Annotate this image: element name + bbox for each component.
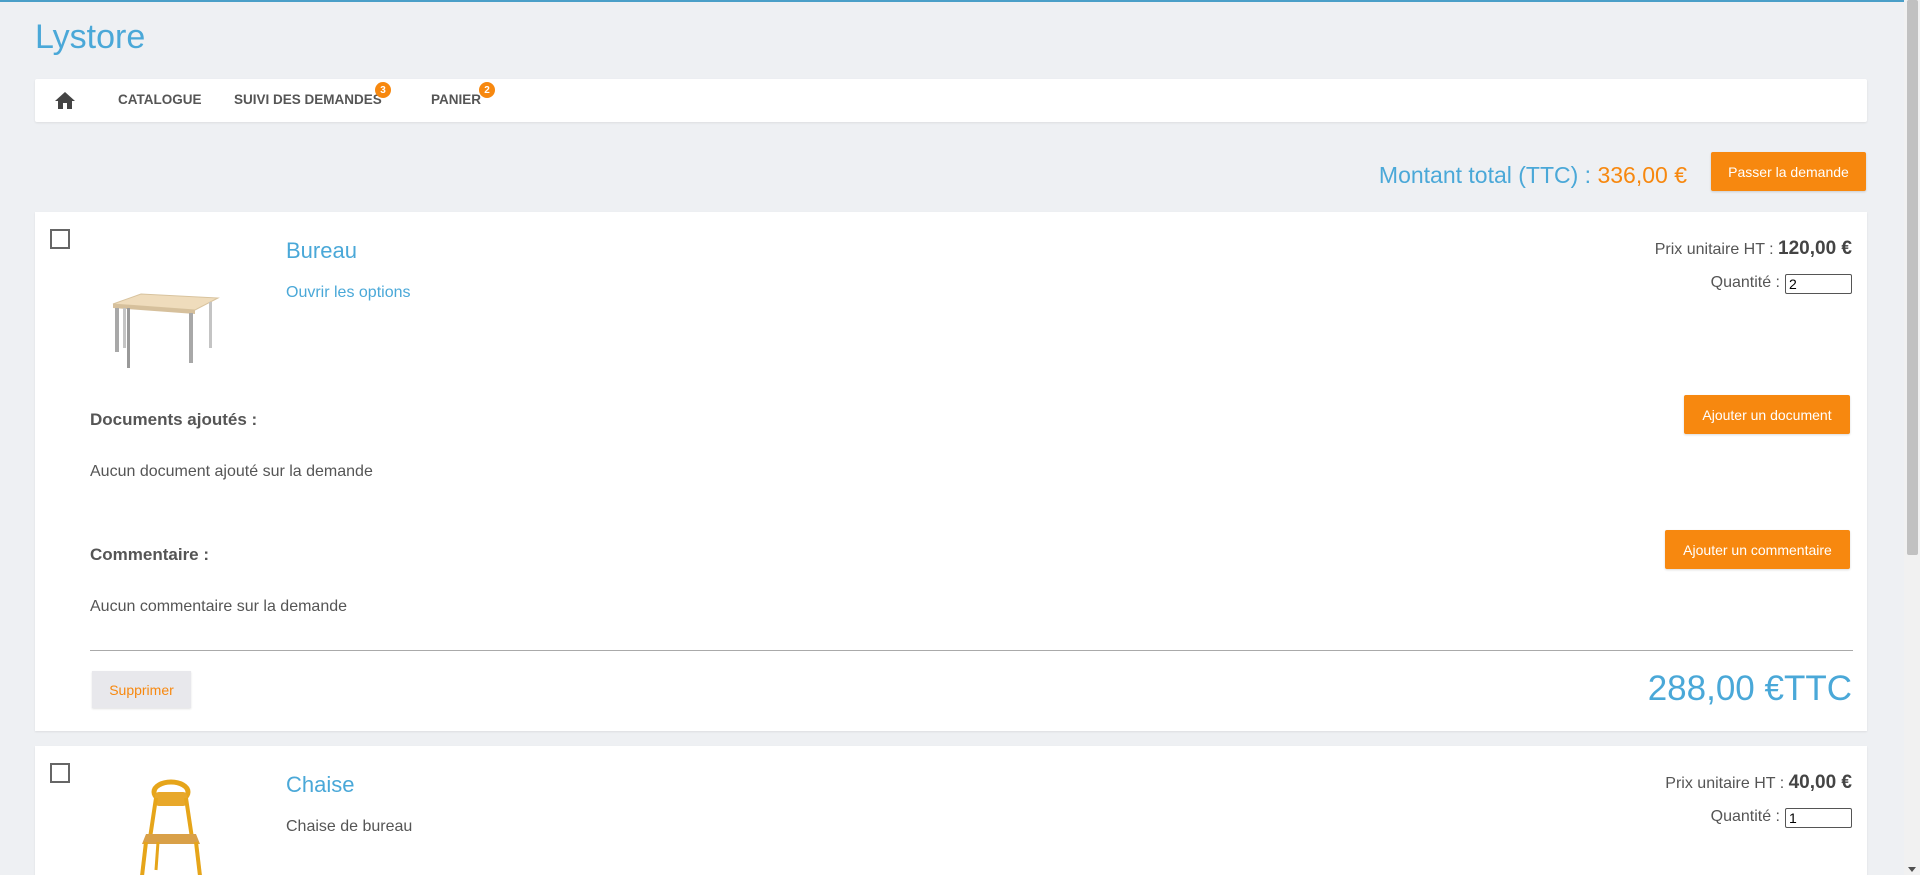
item-divider (90, 650, 1853, 651)
chair-image (140, 779, 202, 875)
top-accent-line (0, 0, 1904, 2)
unit-price-value: 120,00 € (1778, 238, 1852, 259)
cart-item-card: Bureau Ouvrir les options Prix unitaire … (35, 212, 1867, 731)
submit-request-button[interactable]: Passer la demande (1711, 152, 1866, 191)
cart-total: Montant total (TTC) : 336,00 € (1379, 162, 1687, 189)
documents-text: Aucun document ajouté sur la demande (90, 463, 373, 480)
delete-button[interactable]: Supprimer (92, 671, 191, 708)
add-document-button[interactable]: Ajouter un document (1684, 395, 1850, 434)
suivi-demandes-badge: 3 (375, 82, 391, 98)
scrollbar-thumb[interactable] (1907, 0, 1918, 555)
item-title[interactable]: Bureau (286, 238, 357, 264)
main-navbar: CATALOGUE SUIVI DES DEMANDES 3 PANIER 2 (35, 79, 1867, 122)
add-comment-button[interactable]: Ajouter un commentaire (1665, 530, 1850, 569)
unit-price-label: Prix unitaire HT : (1654, 241, 1779, 258)
item-title[interactable]: Chaise (286, 772, 354, 798)
documents-heading: Documents ajoutés : (90, 410, 258, 429)
page-scrollbar[interactable] (1904, 0, 1920, 875)
nav-panier[interactable]: PANIER (431, 92, 481, 107)
item-select-checkbox[interactable] (50, 763, 70, 783)
desk-image (112, 293, 220, 368)
comment-text: Aucun commentaire sur la demande (90, 598, 348, 615)
quantity-input[interactable] (1785, 808, 1852, 828)
cart-total-label: Montant total (TTC) : (1378, 162, 1598, 188)
unit-price: Prix unitaire HT : 40,00 € (1665, 772, 1852, 794)
item-description: Chaise de bureau (286, 818, 413, 835)
quantity-label: Quantité : (1710, 274, 1780, 291)
quantity-label: Quantité : (1710, 808, 1780, 825)
unit-price-label: Prix unitaire HT : (1665, 775, 1789, 792)
panier-badge: 2 (479, 82, 495, 98)
home-icon[interactable] (54, 91, 76, 110)
unit-price-value: 40,00 € (1788, 772, 1852, 793)
cart-item-card: Chaise Chaise de bureau Prix unitaire HT… (35, 746, 1867, 875)
nav-catalogue[interactable]: CATALOGUE (118, 92, 202, 107)
brand-title[interactable]: Lystore (35, 18, 145, 57)
scroll-down-icon[interactable] (1908, 867, 1916, 872)
item-total: 288,00 €TTC (1647, 669, 1852, 708)
nav-suivi-demandes[interactable]: SUIVI DES DEMANDES (234, 92, 382, 107)
comment-heading: Commentaire : (90, 545, 210, 564)
quantity-input[interactable] (1785, 274, 1852, 294)
open-options-link[interactable]: Ouvrir les options (286, 284, 411, 302)
item-select-checkbox[interactable] (50, 229, 70, 249)
unit-price: Prix unitaire HT : 120,00 € (1655, 238, 1852, 260)
cart-total-amount: 336,00 € (1597, 162, 1687, 188)
